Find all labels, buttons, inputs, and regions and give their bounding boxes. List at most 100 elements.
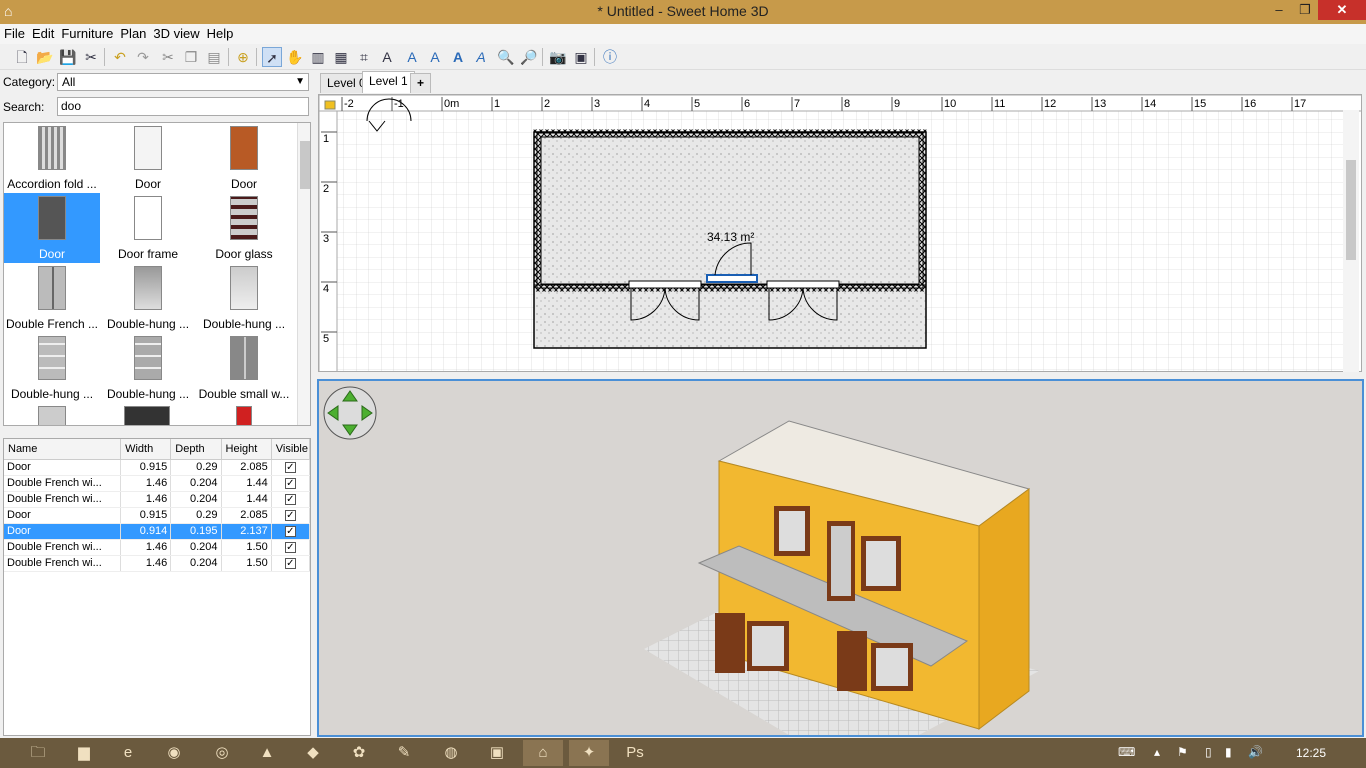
- add-level-button[interactable]: +: [410, 73, 432, 93]
- visible-checkbox[interactable]: ✓: [284, 526, 296, 537]
- catalog-item[interactable]: [100, 403, 196, 425]
- paste-icon[interactable]: ▤: [204, 47, 224, 67]
- photos-icon[interactable]: ▣: [477, 740, 517, 766]
- visible-checkbox[interactable]: ✓: [284, 558, 296, 569]
- new-file-icon[interactable]: 🗋: [12, 47, 32, 67]
- catalog-item[interactable]: Door: [100, 123, 196, 193]
- menu-3d-view[interactable]: 3D view: [149, 24, 202, 41]
- table-row[interactable]: Double French wi... 1.46 0.204 1.44 ✓: [4, 491, 311, 508]
- table-row[interactable]: Double French wi... 1.46 0.204 1.50 ✓: [4, 539, 311, 556]
- zoom-out-icon[interactable]: 🔎: [519, 47, 539, 67]
- visible-checkbox[interactable]: ✓: [284, 478, 296, 489]
- redo-icon[interactable]: ↷: [133, 47, 153, 67]
- clock[interactable]: 12:25: [1296, 746, 1326, 760]
- save-icon[interactable]: 💾: [58, 47, 78, 67]
- add-text-icon[interactable]: A: [377, 47, 397, 67]
- library-icon[interactable]: ▆: [64, 740, 104, 766]
- catalog-item[interactable]: Double small w...: [196, 333, 292, 403]
- zoom-in-icon[interactable]: 🔍: [496, 47, 516, 67]
- table-row[interactable]: Double French wi... 1.46 0.204 1.44 ✓: [4, 475, 311, 492]
- game-icon[interactable]: ✿: [339, 740, 379, 766]
- cut-icon[interactable]: ✂: [158, 47, 178, 67]
- 3d-view[interactable]: [317, 379, 1364, 737]
- decrease-text-icon[interactable]: A: [425, 47, 445, 67]
- category-select[interactable]: All ▼: [57, 73, 309, 91]
- catalog-item[interactable]: Double-hung ...: [196, 263, 292, 333]
- column-header-height[interactable]: Height: [221, 439, 272, 460]
- table-row[interactable]: Door 0.915 0.29 2.085 ✓: [4, 459, 311, 476]
- battery-icon[interactable]: ▯: [1205, 745, 1212, 759]
- flag-icon[interactable]: ⚑: [1177, 745, 1188, 759]
- chrome-icon[interactable]: ◎: [202, 740, 242, 766]
- catalog-item[interactable]: Door glass: [196, 193, 292, 263]
- volume-icon[interactable]: 🔊: [1248, 745, 1263, 759]
- sweethome3d-icon[interactable]: ⌂: [523, 740, 563, 766]
- file-explorer-icon[interactable]: 🗀: [18, 740, 58, 766]
- catalog-item[interactable]: Door frame: [100, 193, 196, 263]
- visible-checkbox[interactable]: ✓: [284, 542, 296, 553]
- catalog-scrollbar[interactable]: [297, 123, 310, 425]
- create-walls-icon[interactable]: ▥: [308, 47, 328, 67]
- visible-checkbox[interactable]: ✓: [284, 494, 296, 505]
- menu-furniture[interactable]: Furniture: [57, 24, 116, 41]
- column-header-depth[interactable]: Depth: [170, 439, 222, 460]
- catalog-item[interactable]: Double French ...: [4, 263, 100, 333]
- scrollbar-thumb[interactable]: [300, 141, 310, 189]
- catalog-item[interactable]: [196, 403, 292, 425]
- plan-scrollbar[interactable]: [1343, 110, 1359, 372]
- acrobat-icon[interactable]: ✦: [569, 740, 609, 766]
- table-row[interactable]: Door 0.915 0.29 2.085 ✓: [4, 507, 311, 524]
- tab-level-1[interactable]: Level 1: [362, 71, 415, 93]
- chevron-up-icon[interactable]: ▴: [1154, 745, 1160, 759]
- browser-icon[interactable]: ◍: [431, 740, 471, 766]
- create-video-icon[interactable]: ▣: [571, 47, 591, 67]
- visible-checkbox[interactable]: ✓: [284, 510, 296, 521]
- menu-edit[interactable]: Edit: [28, 24, 57, 41]
- add-furniture-icon[interactable]: ⊕: [233, 47, 253, 67]
- plan-view[interactable]: -2 -1 0m 1 2 3 4 5 6 7 8 9 10 11 12 13 14 15 16 17 12345 34…: [318, 94, 1362, 372]
- table-row-selected[interactable]: Door 0.914 0.195 2.137 ✓: [4, 523, 311, 540]
- pan-hand-icon[interactable]: ✋: [285, 47, 305, 67]
- search-input[interactable]: doo: [57, 97, 309, 116]
- close-button[interactable]: ✕: [1318, 0, 1366, 20]
- catalog-item[interactable]: Double-hung ...: [100, 263, 196, 333]
- photoshop-icon[interactable]: Ps: [615, 740, 655, 766]
- help-icon[interactable]: ⓘ: [600, 47, 620, 67]
- increase-text-icon[interactable]: A: [402, 47, 422, 67]
- catalog-item[interactable]: Double-hung ...: [100, 333, 196, 403]
- select-arrow-icon[interactable]: ➚: [262, 47, 282, 67]
- app-icon[interactable]: ◆: [293, 740, 333, 766]
- catalog-item[interactable]: [4, 403, 100, 425]
- catalog-item[interactable]: Door: [4, 193, 100, 263]
- catalog-item[interactable]: Accordion fold ...: [4, 123, 100, 193]
- column-header-visible[interactable]: Visible: [271, 439, 311, 460]
- column-header-name[interactable]: Name: [4, 439, 122, 460]
- italic-text-icon[interactable]: A: [471, 47, 491, 67]
- undo-icon[interactable]: ↶: [110, 47, 130, 67]
- visible-checkbox[interactable]: ✓: [284, 462, 296, 473]
- cut-scissors-icon[interactable]: ✂: [81, 47, 101, 67]
- create-photo-icon[interactable]: 📷: [548, 47, 568, 67]
- catalog-item[interactable]: Door: [196, 123, 292, 193]
- media-player-icon[interactable]: ◉: [154, 740, 194, 766]
- create-polylines-icon[interactable]: ⌗: [354, 47, 374, 67]
- minimize-button[interactable]: –: [1266, 0, 1292, 20]
- maximize-button[interactable]: ❐: [1292, 0, 1318, 20]
- menu-plan[interactable]: Plan: [116, 24, 149, 41]
- open-icon[interactable]: 📂: [35, 47, 55, 67]
- plan-canvas[interactable]: -2 -1 0m 1 2 3 4 5 6 7 8 9 10 11 12 13 14 15 16 17 12345 34…: [319, 95, 1362, 372]
- paint-icon[interactable]: ✎: [384, 740, 424, 766]
- internet-explorer-icon[interactable]: e: [108, 740, 148, 766]
- column-header-width[interactable]: Width: [120, 439, 172, 460]
- table-row[interactable]: Double French wi... 1.46 0.204 1.50 ✓: [4, 555, 311, 572]
- copy-icon[interactable]: ❐: [181, 47, 201, 67]
- scrollbar-thumb[interactable]: [1346, 160, 1356, 260]
- menu-file[interactable]: File: [0, 24, 28, 41]
- bold-text-icon[interactable]: A: [448, 47, 468, 67]
- signal-icon[interactable]: ▮: [1225, 745, 1232, 759]
- catalog-item[interactable]: Double-hung ...: [4, 333, 100, 403]
- inkscape-icon[interactable]: ▲: [247, 740, 287, 766]
- create-rooms-icon[interactable]: ▦: [331, 47, 351, 67]
- menu-help[interactable]: Help: [203, 24, 237, 41]
- 3d-canvas[interactable]: [319, 381, 1362, 735]
